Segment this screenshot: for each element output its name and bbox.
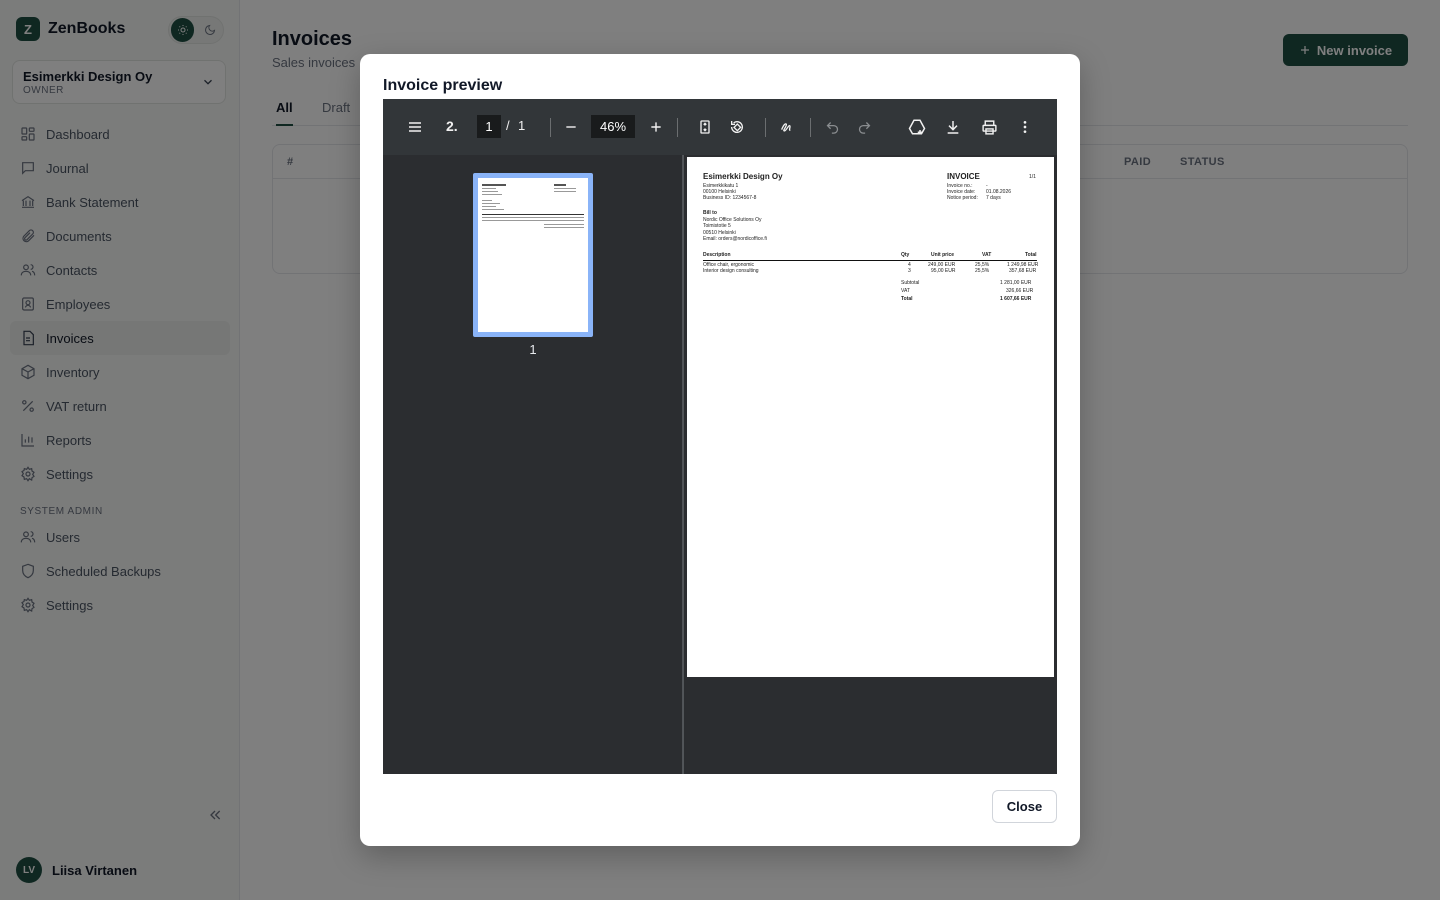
- thumbnail-sidebar: 1: [383, 155, 683, 774]
- page-thumbnail[interactable]: [473, 173, 593, 337]
- total-label: Total: [901, 296, 913, 302]
- subtotal-label: Subtotal: [901, 280, 920, 286]
- thumbnail-line: [482, 220, 584, 221]
- column-qty: Qty: [901, 252, 910, 258]
- vat-value: 326,66 EUR: [1006, 288, 1034, 294]
- document-view: Esimerkki Design Oy Esimerkkikatu 1 0010…: [684, 155, 1057, 774]
- zoom-level-input[interactable]: 46%: [591, 115, 635, 138]
- dialog-title: Invoice preview: [383, 77, 503, 94]
- seller-name: Esimerkki Design Oy: [703, 172, 783, 181]
- vat-label: VAT: [901, 288, 910, 294]
- thumbnail-line: [482, 191, 498, 192]
- toolbar-divider: [677, 118, 678, 137]
- zoom-out-icon[interactable]: [559, 115, 583, 139]
- total-value: 1 607,66 EUR: [1000, 296, 1032, 302]
- thumbnail-line: [554, 191, 576, 192]
- column-description: Description: [703, 252, 731, 258]
- column-total: Total: [1025, 252, 1037, 258]
- line-total: 357,68 EUR: [1009, 268, 1037, 274]
- thumbnail-line: [554, 184, 566, 186]
- invoice-preview-dialog: Invoice preview 2. 1 / 1 46% 1 Esimerkki…: [360, 54, 1080, 846]
- rotate-icon[interactable]: [725, 115, 749, 139]
- print-icon[interactable]: [977, 115, 1001, 139]
- meta-label: Notice period:: [947, 195, 978, 201]
- meta-value: 7 days: [986, 195, 1001, 201]
- page-number-input[interactable]: 1: [477, 115, 501, 138]
- thumbnail-line: [482, 214, 584, 215]
- page-separator: /: [506, 118, 510, 133]
- seller-business-id: Business ID: 1234567-8: [703, 195, 757, 201]
- column-vat: VAT: [982, 252, 992, 258]
- column-unit-price: Unit price: [931, 252, 955, 258]
- thumbnail-line: [482, 188, 496, 189]
- zoom-in-icon[interactable]: [644, 115, 668, 139]
- line-qty: 3: [908, 268, 911, 274]
- fit-to-page-icon[interactable]: [693, 115, 717, 139]
- thumbnail-line: [482, 194, 502, 195]
- thumbnail-page-number: 1: [529, 342, 537, 357]
- page-total: 1: [518, 118, 526, 133]
- table-rule: [703, 260, 1037, 261]
- invoice-heading: INVOICE: [947, 172, 980, 181]
- thumbnail-line: [482, 203, 500, 204]
- redo-icon[interactable]: [852, 115, 876, 139]
- toolbar-divider: [810, 118, 811, 137]
- subtotal-value: 1 281,00 EUR: [1000, 280, 1032, 286]
- download-icon[interactable]: [941, 115, 965, 139]
- bill-to-line: Email: orders@nordicoffice.fi: [703, 236, 767, 242]
- menu-icon[interactable]: [403, 115, 427, 139]
- bill-to-line: Toimistotie 5: [703, 223, 731, 229]
- thumbnail-line: [482, 206, 496, 207]
- close-button[interactable]: Close: [992, 790, 1057, 823]
- undo-icon[interactable]: [820, 115, 844, 139]
- thumbnail-line: [482, 200, 492, 201]
- annotate-pen-icon[interactable]: [775, 115, 799, 139]
- thumbnail-line: [544, 224, 584, 225]
- save-to-drive-icon[interactable]: [905, 115, 929, 139]
- page-marker: 1/1: [1029, 174, 1036, 180]
- more-options-icon[interactable]: [1013, 115, 1037, 139]
- line-description: Interior design consulting: [703, 268, 759, 274]
- bill-to-label: Bill to: [703, 210, 717, 216]
- sidebar-toggle-label[interactable]: 2.: [446, 118, 458, 134]
- thumbnail-page: [478, 178, 588, 332]
- pdf-toolbar: 2. 1 / 1 46%: [383, 99, 1057, 155]
- invoice-page: Esimerkki Design Oy Esimerkkikatu 1 0010…: [687, 157, 1054, 677]
- toolbar-divider: [765, 118, 766, 137]
- line-vat: 25,5%: [975, 268, 990, 274]
- thumbnail-line: [544, 227, 584, 228]
- toolbar-divider: [550, 118, 551, 137]
- thumbnail-line: [482, 217, 584, 218]
- thumbnail-line: [482, 184, 506, 186]
- thumbnail-line: [554, 188, 576, 189]
- pdf-viewer: 2. 1 / 1 46% 1 Esimerkki Design Oy Esime…: [383, 99, 1057, 774]
- thumbnail-line: [482, 209, 504, 210]
- line-unit-price: 95,00 EUR: [931, 268, 956, 274]
